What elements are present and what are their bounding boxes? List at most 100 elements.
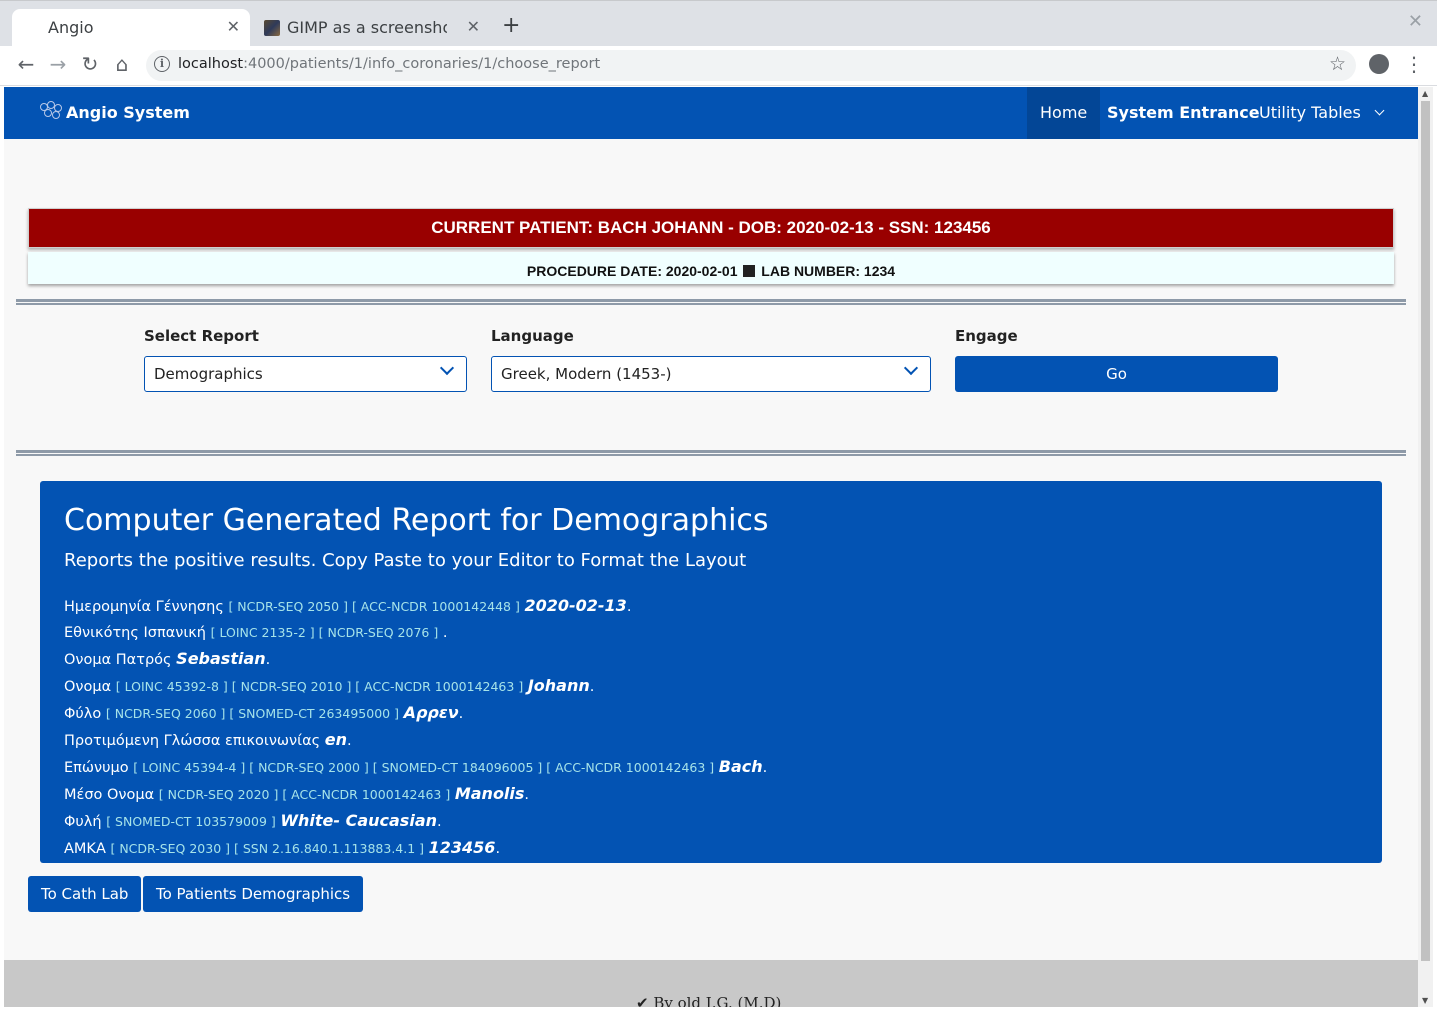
report-row-value: en (324, 730, 347, 749)
browser-toolbar: ← → ↻ ⌂ i localhost:4000/patients/1/info… (0, 46, 1437, 86)
page-viewport: Angio System Home System Entrance Utilit… (4, 87, 1418, 1007)
address-url: localhost:4000/patients/1/info_coronarie… (178, 56, 601, 72)
navbar-brand[interactable]: Angio System (38, 99, 190, 125)
report-row-end: . (589, 679, 595, 695)
tab-title: GIMP as a screenshot t (287, 18, 447, 37)
report-row-label: ΑΜΚΑ (64, 841, 106, 857)
report-row-value: Sebastian (176, 649, 266, 668)
language-select-value: Greek, Modern (1453-) (501, 365, 672, 383)
report-rows: Ημερομηνία Γέννησης [ NCDR-SEQ 2050 ] [ … (64, 593, 1358, 862)
report-row-codes: [ NCDR-SEQ 2060 ] [ SNOMED-CT 263495000 … (105, 706, 399, 721)
report-row-value: Johann (527, 676, 590, 695)
browser-menu-icon[interactable]: ⋮ (1404, 52, 1424, 76)
bookmark-star-icon[interactable]: ☆ (1329, 53, 1346, 75)
report-row: Μέσο Ονομα [ NCDR-SEQ 2020 ] [ ACC-NCDR … (64, 781, 1358, 808)
back-arrow-icon[interactable]: ← (12, 52, 40, 76)
browser-tab-gimp[interactable]: GIMP as a screenshot t ✕ (256, 9, 490, 47)
chevron-down-icon (439, 360, 455, 376)
brand-label: Angio System (66, 102, 190, 122)
report-row-codes: [ SNOMED-CT 103579009 ] (106, 814, 276, 829)
report-row-end: . (458, 706, 464, 722)
home-icon[interactable]: ⌂ (108, 52, 136, 76)
tab-close-icon[interactable]: ✕ (227, 17, 240, 36)
separator-square-icon (743, 265, 756, 277)
report-row-codes: [ NCDR-SEQ 2020 ] [ ACC-NCDR 1000142463 … (158, 787, 451, 802)
tab-close-icon[interactable]: ✕ (467, 17, 480, 36)
report-row: Προτιμόμενη Γλώσσα επικοινωνίας en. (64, 727, 1358, 754)
report-row-label: Ημερομηνία Γέννησης (64, 599, 224, 615)
reload-icon[interactable]: ↻ (76, 52, 104, 76)
report-row-end: . (524, 787, 530, 803)
address-bar[interactable]: i localhost:4000/patients/1/info_coronar… (146, 50, 1356, 81)
report-row-value: 123456 (428, 838, 496, 857)
report-row-value: White- Caucasian (280, 811, 437, 830)
divider (16, 450, 1406, 456)
report-row-label: Ονομα (64, 679, 112, 695)
lab-number: LAB NUMBER: 1234 (761, 263, 896, 279)
procedure-date: PROCEDURE DATE: 2020-02-01 (526, 263, 738, 279)
report-row-codes: [ LOINC 45392-8 ] [ NCDR-SEQ 2010 ] [ AC… (115, 679, 524, 694)
engage-label: Engage (955, 327, 1018, 345)
report-row: Ημερομηνία Γέννησης [ NCDR-SEQ 2050 ] [ … (64, 593, 1358, 620)
report-row-label: Φυλή (64, 814, 102, 830)
to-cath-lab-button[interactable]: To Cath Lab (28, 876, 142, 912)
report-row-end: . (762, 760, 768, 776)
report-row-end: . (495, 841, 501, 857)
footer-credit: ✔ By old I.G. (M.D) (636, 994, 782, 1007)
report-row-codes: [ NCDR-SEQ 2030 ] [ SSN 2.16.840.1.11388… (110, 841, 425, 856)
report-row-codes: [ LOINC 2135-2 ] [ NCDR-SEQ 2076 ] (210, 625, 439, 640)
report-row: Φύλο [ NCDR-SEQ 2060 ] [ SNOMED-CT 26349… (64, 700, 1358, 727)
site-info-icon[interactable]: i (154, 56, 170, 72)
browser-tab-angio[interactable]: Angio ✕ (12, 9, 250, 47)
report-row-end: . (626, 599, 632, 615)
report-row-label: Φύλο (64, 706, 102, 722)
report-lead: Reports the positive results. Copy Paste… (64, 550, 747, 571)
chevron-down-icon (1374, 105, 1385, 116)
report-row-value: Αρρεν (403, 703, 459, 722)
divider (16, 299, 1406, 305)
new-tab-plus-icon[interactable]: + (502, 13, 520, 38)
report-row-codes: [ LOINC 45394-4 ] [ NCDR-SEQ 2000 ] [ SN… (133, 760, 715, 775)
page-footer: ✔ By old I.G. (M.D) (4, 960, 1418, 1007)
chevron-down-icon (903, 360, 919, 376)
report-row: ΑΜΚΑ [ NCDR-SEQ 2030 ] [ SSN 2.16.840.1.… (64, 835, 1358, 862)
browser-tab-strip: Angio ✕ GIMP as a screenshot t ✕ + ✕ (0, 0, 1437, 47)
report-row-value: Manolis (454, 784, 525, 803)
report-row-label: Μέσο Ονομα (64, 787, 155, 803)
procedure-banner: PROCEDURE DATE: 2020-02-01 LAB NUMBER: 1… (28, 252, 1394, 284)
report-row: Ονομα [ LOINC 45392-8 ] [ NCDR-SEQ 2010 … (64, 673, 1358, 700)
scrollbar-thumb[interactable] (1421, 101, 1430, 961)
nav-home[interactable]: Home (1027, 87, 1101, 139)
current-patient-banner: CURRENT PATIENT: BACH JOHANN - DOB: 2020… (28, 208, 1394, 248)
report-row-end: . (442, 625, 448, 641)
report-row-label: Εθνικότης Ισπανική (64, 625, 206, 641)
report-row: Επώνυμο [ LOINC 45394-4 ] [ NCDR-SEQ 200… (64, 754, 1358, 781)
nav-utility-label: Utility Tables (1259, 103, 1361, 122)
report-row-end: . (347, 733, 352, 749)
report-row-label: Επώνυμο (64, 760, 129, 776)
scroll-down-icon[interactable]: ▼ (1422, 996, 1428, 1005)
report-row: Ονομα Πατρός Sebastian. (64, 646, 1358, 673)
report-select-value: Demographics (154, 365, 263, 383)
tab-title: Angio (48, 18, 94, 37)
scroll-up-icon[interactable]: ▲ (1422, 89, 1428, 98)
gimp-favicon-icon (264, 20, 280, 36)
to-patients-demographics-button[interactable]: To Patients Demographics (143, 876, 364, 912)
report-row-codes: [ NCDR-SEQ 2050 ] [ ACC-NCDR 1000142448 … (228, 599, 520, 614)
report-title: Computer Generated Report for Demographi… (64, 503, 769, 538)
report-row-end: . (437, 814, 442, 830)
select-report-label: Select Report (144, 327, 259, 345)
page-scrollbar[interactable]: ▲ ▼ (1418, 87, 1433, 1007)
report-row-value: 2020-02-13 (524, 596, 627, 615)
report-row-label: Ονομα Πατρός (64, 652, 172, 668)
go-button[interactable]: Go (955, 356, 1278, 392)
language-label: Language (491, 327, 574, 345)
nav-utility-tables[interactable]: Utility Tables (1246, 87, 1396, 139)
forward-arrow-icon[interactable]: → (44, 52, 72, 76)
brand-logo-icon (38, 99, 64, 125)
report-row-end: . (265, 652, 271, 668)
window-close-icon[interactable]: ✕ (1408, 11, 1423, 32)
report-select[interactable]: Demographics (144, 356, 467, 392)
language-select[interactable]: Greek, Modern (1453-) (491, 356, 931, 392)
profile-avatar-icon[interactable] (1369, 54, 1389, 74)
